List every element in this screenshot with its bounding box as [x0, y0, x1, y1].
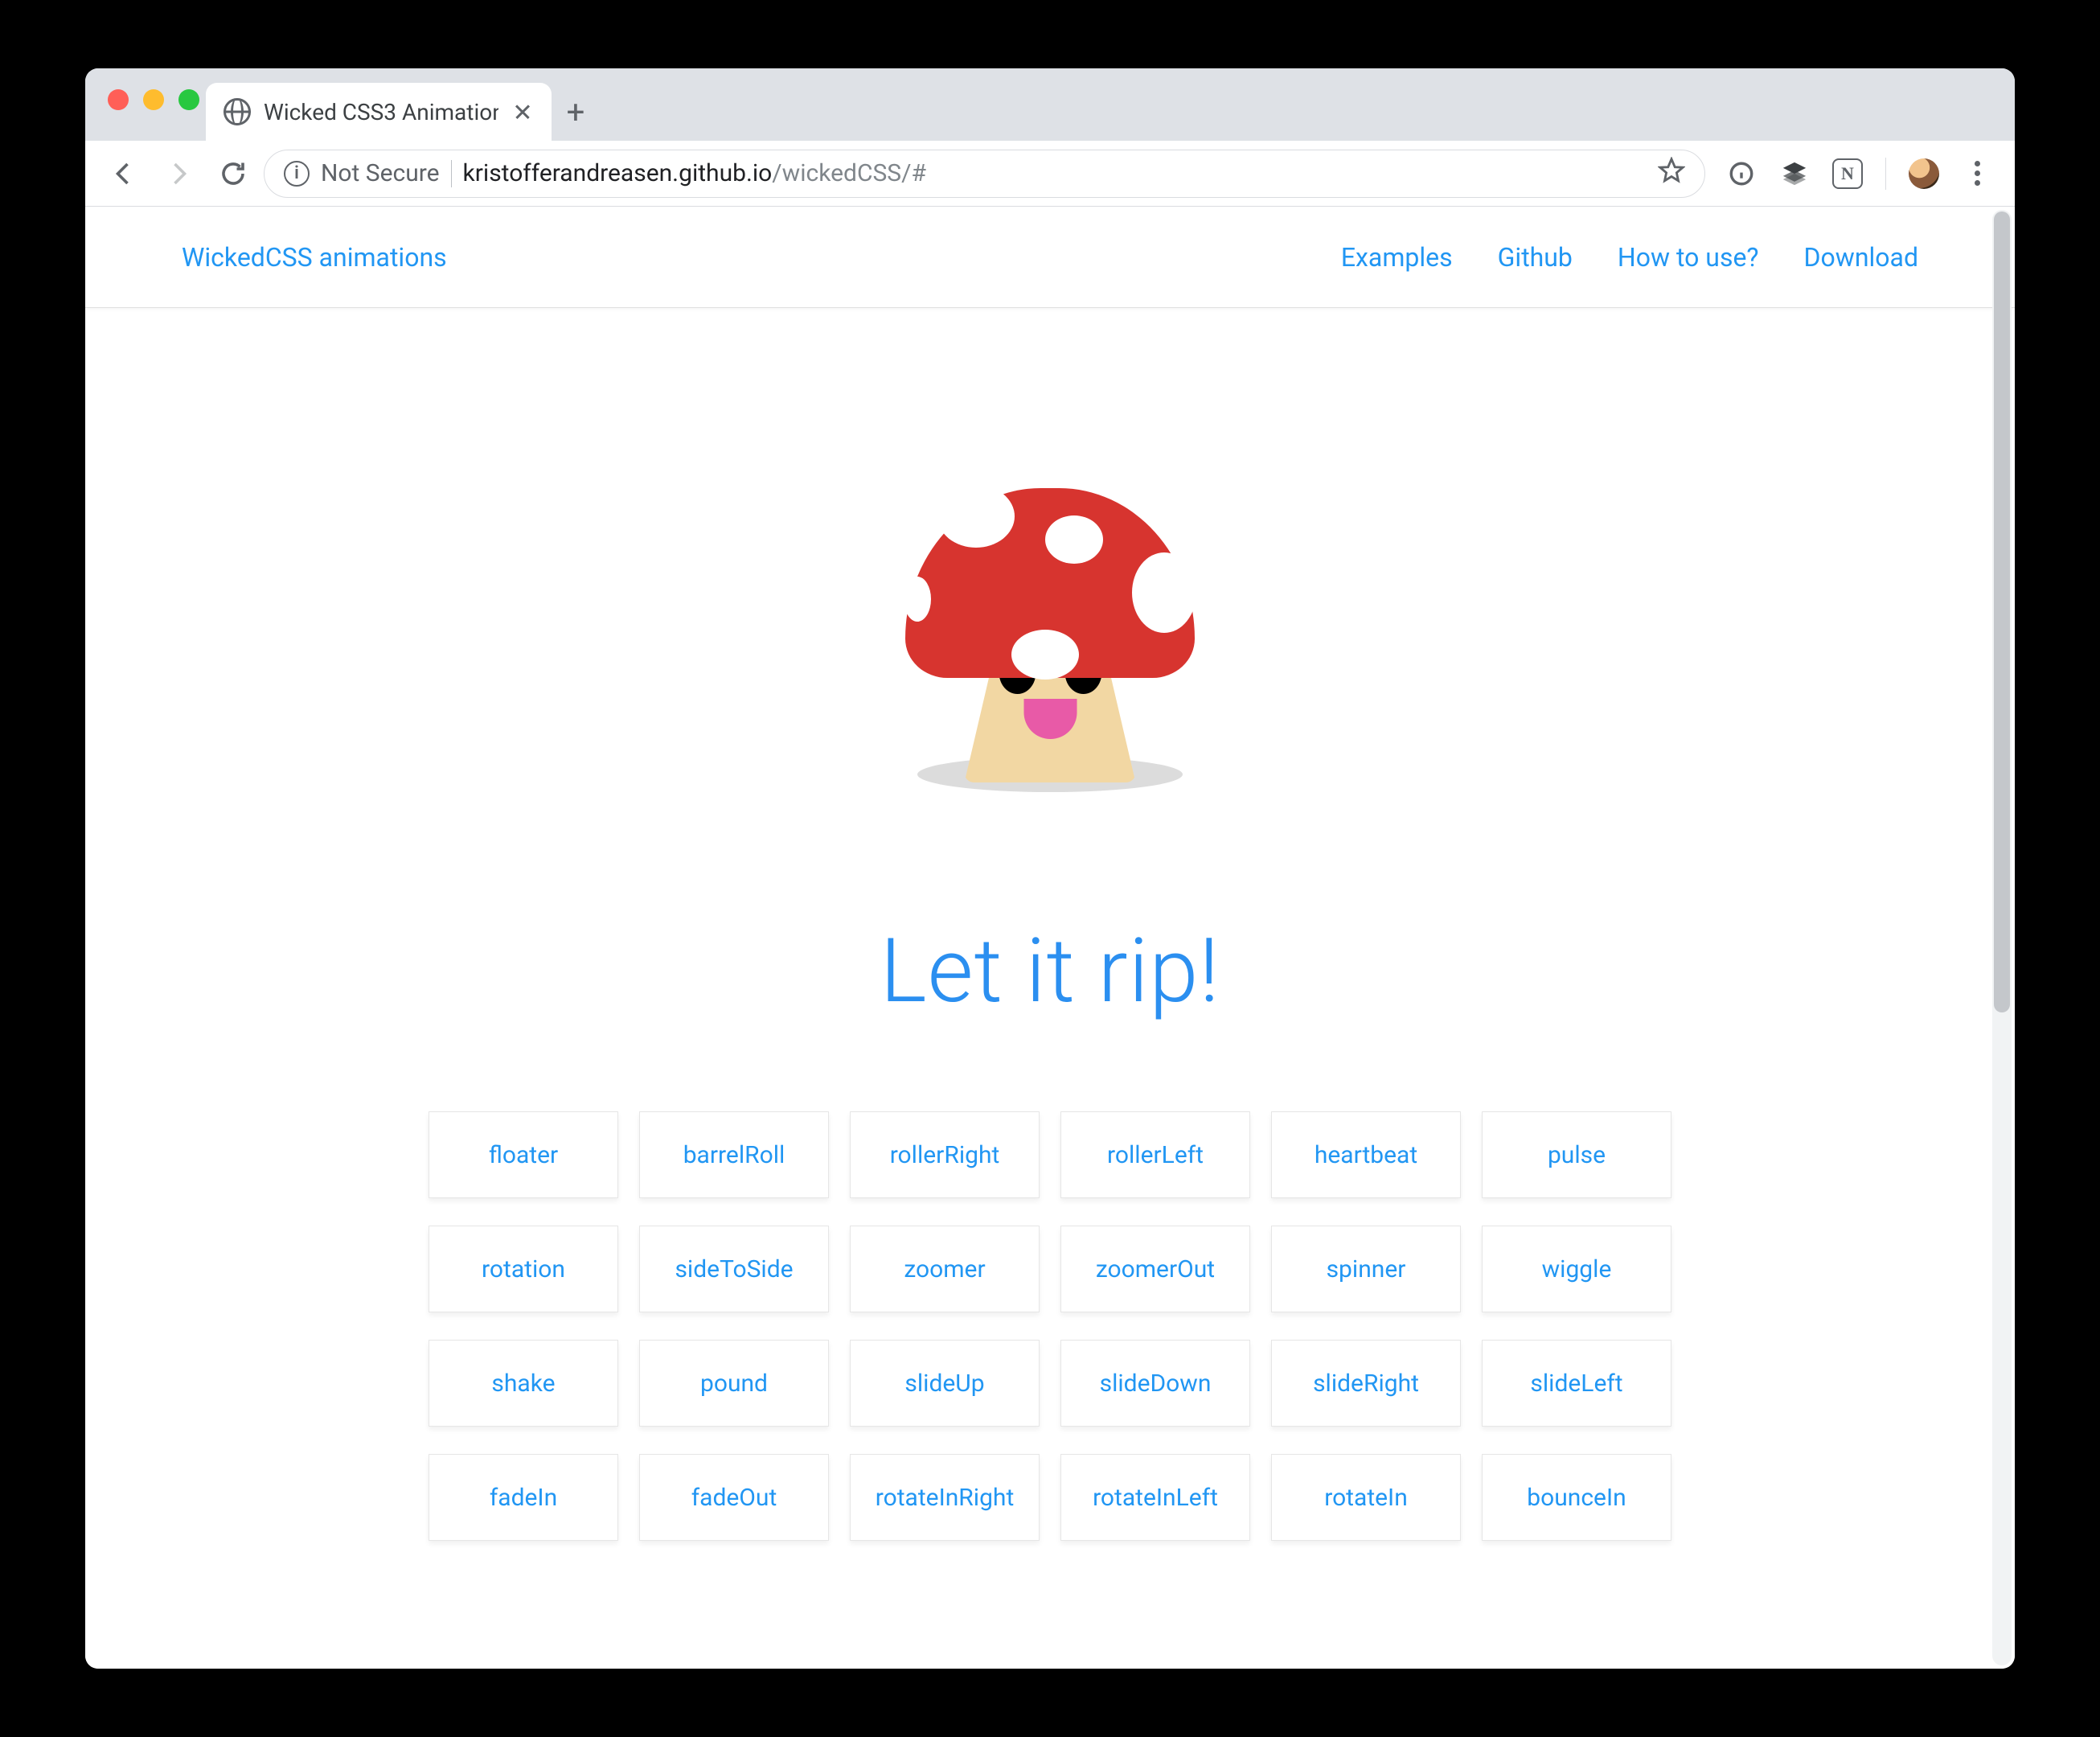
chrome-menu-button[interactable] [1962, 158, 1992, 189]
anim-button-spinner[interactable]: spinner [1271, 1226, 1461, 1312]
nav-how-to-use[interactable]: How to use? [1618, 242, 1759, 273]
anim-button-rotateinleft[interactable]: rotateInLeft [1060, 1454, 1250, 1541]
anim-button-slideleft[interactable]: slideLeft [1482, 1340, 1671, 1427]
close-icon[interactable] [511, 101, 534, 123]
anim-button-rollerright[interactable]: rollerRight [850, 1111, 1040, 1198]
anim-button-heartbeat[interactable]: heartbeat [1271, 1111, 1461, 1198]
hero: Let it rip! floaterbarrelRollrollerRight… [85, 308, 2015, 1541]
security-status: Not Secure [321, 159, 440, 187]
nav-download[interactable]: Download [1804, 242, 1918, 273]
browser-window: Wicked CSS3 Animations + i Not Secure kr… [85, 68, 2015, 1669]
profile-avatar[interactable] [1909, 158, 1939, 189]
animation-grid: floaterbarrelRollrollerRightrollerLefthe… [429, 1111, 1671, 1541]
anim-button-slidedown[interactable]: slideDown [1060, 1340, 1250, 1427]
vertical-scrollbar[interactable] [1992, 210, 2012, 1665]
browser-tab[interactable]: Wicked CSS3 Animations [206, 83, 552, 141]
anim-button-pound[interactable]: pound [639, 1340, 829, 1427]
site-brand[interactable]: WickedCSS animations [182, 242, 447, 273]
info-extension-icon[interactable] [1726, 158, 1757, 189]
toolbar-right: N [1712, 158, 2000, 190]
notion-extension-icon[interactable]: N [1832, 158, 1863, 189]
globe-icon [224, 98, 251, 125]
window-zoom-button[interactable] [178, 89, 199, 110]
mushroom-illustration [897, 477, 1203, 799]
stage: Wicked CSS3 Animations + i Not Secure kr… [0, 0, 2100, 1737]
anim-button-zoomerout[interactable]: zoomerOut [1060, 1226, 1250, 1312]
anim-button-rollerleft[interactable]: rollerLeft [1060, 1111, 1250, 1198]
anim-button-sidetoside[interactable]: sideToSide [639, 1226, 829, 1312]
site-info-icon[interactable]: i [284, 161, 310, 187]
buffer-extension-icon[interactable] [1779, 158, 1810, 189]
anim-button-fadein[interactable]: fadeIn [429, 1454, 618, 1541]
bookmark-star-icon[interactable] [1658, 157, 1685, 191]
site-header: WickedCSS animations Examples Github How… [85, 207, 2015, 308]
window-minimize-button[interactable] [143, 89, 164, 110]
scrollbar-thumb[interactable] [1994, 211, 2010, 1012]
tab-strip: Wicked CSS3 Animations + [85, 68, 2015, 141]
back-button[interactable] [100, 150, 148, 198]
window-controls [108, 89, 199, 110]
anim-button-rotation[interactable]: rotation [429, 1226, 618, 1312]
anim-button-wiggle[interactable]: wiggle [1482, 1226, 1671, 1312]
anim-button-bouncein[interactable]: bounceIn [1482, 1454, 1671, 1541]
separator [1885, 158, 1886, 190]
reload-button[interactable] [209, 150, 257, 198]
anim-button-shake[interactable]: shake [429, 1340, 618, 1427]
anim-button-floater[interactable]: floater [429, 1111, 618, 1198]
browser-toolbar: i Not Secure kristofferandreasen.github.… [85, 141, 2015, 207]
anim-button-fadeout[interactable]: fadeOut [639, 1454, 829, 1541]
new-tab-button[interactable]: + [552, 83, 600, 141]
nav-github[interactable]: Github [1498, 242, 1573, 273]
address-bar[interactable]: i Not Secure kristofferandreasen.github.… [264, 150, 1705, 198]
page-viewport: WickedCSS animations Examples Github How… [85, 207, 2015, 1669]
url-path: /wickedCSS/# [772, 159, 926, 187]
anim-button-zoomer[interactable]: zoomer [850, 1226, 1040, 1312]
url-host: kristofferandreasen.github.io [463, 159, 773, 187]
nav-examples[interactable]: Examples [1341, 242, 1453, 273]
anim-button-barrelroll[interactable]: barrelRoll [639, 1111, 829, 1198]
forward-button[interactable] [154, 150, 203, 198]
anim-button-rotateinright[interactable]: rotateInRight [850, 1454, 1040, 1541]
url-text: kristofferandreasen.github.io/wickedCSS/… [463, 159, 926, 187]
anim-button-pulse[interactable]: pulse [1482, 1111, 1671, 1198]
anim-button-slideright[interactable]: slideRight [1271, 1340, 1461, 1427]
tab-title: Wicked CSS3 Animations [264, 99, 498, 125]
divider [451, 160, 452, 187]
site-nav: Examples Github How to use? Download [1341, 242, 1918, 273]
window-close-button[interactable] [108, 89, 129, 110]
anim-button-slideup[interactable]: slideUp [850, 1340, 1040, 1427]
page-headline: Let it rip! [880, 919, 1220, 1023]
anim-button-rotatein[interactable]: rotateIn [1271, 1454, 1461, 1541]
